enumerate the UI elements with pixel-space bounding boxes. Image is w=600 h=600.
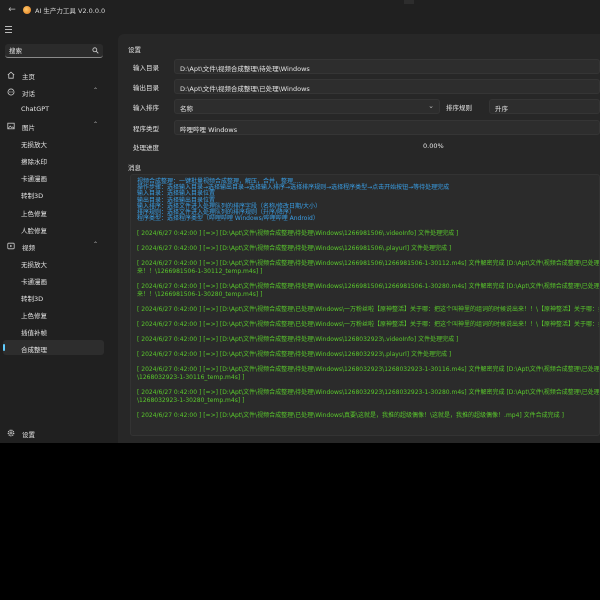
nav-item-label: 视频 <box>22 244 35 252</box>
nav-item-video-cartoon[interactable]: 卡通漫画 <box>3 272 104 287</box>
nav-item-images[interactable]: 图片 ⌃ <box>3 118 104 133</box>
nav-item-label: ChatGPT <box>21 105 50 113</box>
nav-item-image-cartoon[interactable]: 卡通漫画 <box>3 169 104 184</box>
input-dir-field[interactable]: D:\Apt\文件\视频合成整理\待处理\Windows <box>174 59 600 74</box>
sort-rule-label: 排序规则 <box>446 104 472 112</box>
progress-label: 处理进度 <box>133 144 159 152</box>
log-entry-line: [ 2024/6/27 0:42:00 ] [=>] [D:\Apt\文件\视频… <box>137 336 459 344</box>
nav-item-label: 设置 <box>22 431 35 439</box>
back-arrow-icon[interactable]: ← <box>6 4 18 16</box>
nav-item-video-upscale[interactable]: 无损放大 <box>3 255 104 270</box>
log-entry-line: [ 2024/6/27 0:42:00 ] [=>] [D:\Apt\文件\视频… <box>137 306 600 314</box>
nav-item-chatgpt[interactable]: ChatGPT <box>3 101 104 116</box>
nav-item-label: 对话 <box>22 90 35 98</box>
log-entry-line: [ 2024/6/27 0:42:00 ] [=>] [D:\Apt\文件\视频… <box>137 412 564 420</box>
input-sort-value: 名称 <box>180 105 193 113</box>
log-entry-line: \1268032923-1-30280_temp.m4s] ] <box>137 397 245 405</box>
log-entry-line: 来！！\1266981506-1-30280_temp.m4s] ] <box>137 291 263 299</box>
program-type-value: 哔哩哔哩 Windows <box>180 126 238 134</box>
nav-item-image-3d[interactable]: 转制3D <box>3 186 104 201</box>
log-entry-line: [ 2024/6/27 0:42:00 ] [=>] [D:\Apt\文件\视频… <box>137 389 600 397</box>
nav-item-video-merge[interactable]: 合成整理 <box>3 340 104 355</box>
selection-indicator <box>3 344 5 351</box>
nav-item-label: 转制3D <box>21 295 44 303</box>
progress-value: 0.00% <box>423 142 444 150</box>
nav-item-label: 转制3D <box>21 192 44 200</box>
nav-item-label: 主页 <box>22 73 35 81</box>
nav-item-video-interpolate[interactable]: 插值补帧 <box>3 323 104 338</box>
program-type-select[interactable]: 哔哩哔哩 Windows <box>174 120 600 135</box>
nav-item-video[interactable]: 视频 ⌃ <box>3 238 104 253</box>
sort-rule-select[interactable]: 升序 <box>489 99 600 114</box>
nav-item-video-3d[interactable]: 转制3D <box>3 289 104 304</box>
nav-item-label: 上色修复 <box>21 210 47 218</box>
nav-item-image-watermark[interactable]: 擦除水印 <box>3 152 104 167</box>
settings-section-title: 设置 <box>128 46 141 54</box>
nav-item-label: 无损放大 <box>21 141 47 149</box>
app-window: ← AI 生产力工具 V2.0.0.0 主页 对话 <box>0 0 600 443</box>
messages-section-title: 消息 <box>128 164 141 172</box>
input-dir-label: 输入目录 <box>133 64 159 72</box>
chevron-up-icon[interactable]: ⌃ <box>93 87 98 94</box>
log-entry-line: [ 2024/6/27 0:42:00 ] [=>] [D:\Apt\文件\视频… <box>137 351 452 359</box>
log-entry-line: 来！！\1266981506-1-30112_temp.m4s] ] <box>137 268 263 276</box>
main-content: 设置 输入目录 D:\Apt\文件\视频合成整理\待处理\Windows 输出目… <box>118 34 600 443</box>
search-input[interactable] <box>9 46 89 56</box>
nav-item-image-colorize[interactable]: 上色修复 <box>3 204 104 219</box>
nav-item-label: 图片 <box>22 124 35 132</box>
nav-item-label: 无损放大 <box>21 261 47 269</box>
home-icon <box>7 71 15 79</box>
chat-icon <box>7 88 15 96</box>
nav-item-settings[interactable]: 设置 <box>3 425 104 440</box>
input-dir-value: D:\Apt\文件\视频合成整理\待处理\Windows <box>180 65 310 73</box>
window-control-handle[interactable] <box>404 0 414 4</box>
nav-item-label: 插值补帧 <box>21 329 47 337</box>
output-dir-label: 输出目录 <box>133 84 159 92</box>
nav-item-label: 卡通漫画 <box>21 278 47 286</box>
app-logo <box>23 6 31 14</box>
log-intro-line: 程序类型：选择程序类型（哔哩哔哩 Windows/哔哩哔哩 Android） <box>137 215 319 223</box>
nav-item-video-colorize[interactable]: 上色修复 <box>3 306 104 321</box>
nav-item-image-upscale[interactable]: 无损放大 <box>3 135 104 150</box>
log-entry-line: [ 2024/6/27 0:42:00 ] [=>] [D:\Apt\文件\视频… <box>137 245 452 253</box>
log-entry-line: [ 2024/6/27 0:42:00 ] [=>] [D:\Apt\文件\视频… <box>137 366 600 374</box>
output-dir-value: D:\Apt\文件\视频合成整理\已处理\Windows <box>180 85 310 93</box>
nav-item-label: 合成整理 <box>21 346 47 354</box>
chevron-up-icon[interactable]: ⌃ <box>93 241 98 248</box>
chevron-down-icon: ⌄ <box>428 102 434 110</box>
log-entry-line: \1268032923-1-30116_temp.m4s] ] <box>137 374 245 382</box>
nav-item-label: 擦除水印 <box>21 158 47 166</box>
nav-item-label: 上色修复 <box>21 312 47 320</box>
title-bar: ← AI 生产力工具 V2.0.0.0 <box>0 0 600 20</box>
message-log[interactable]: 视频合成整理：一键批量视频合成整理，解压，合并，整理..... 操作步骤：选择输入… <box>130 174 600 436</box>
nav-item-label: 人脸修复 <box>21 227 47 235</box>
search-box[interactable] <box>5 44 103 58</box>
nav-item-image-face[interactable]: 人脸修复 <box>3 221 104 236</box>
search-icon[interactable] <box>92 47 99 54</box>
app-title: AI 生产力工具 V2.0.0.0 <box>35 7 106 15</box>
settings-gear-icon <box>7 429 15 437</box>
log-entry-line: [ 2024/6/27 0:42:00 ] [=>] [D:\Apt\文件\视频… <box>137 260 600 268</box>
hamburger-icon[interactable] <box>5 26 15 34</box>
log-entry-line: [ 2024/6/27 0:42:00 ] [=>] [D:\Apt\文件\视频… <box>137 321 600 329</box>
log-entry-line: [ 2024/6/27 0:42:00 ] [=>] [D:\Apt\文件\视频… <box>137 283 600 291</box>
image-icon <box>7 122 15 130</box>
program-type-label: 程序类型 <box>133 125 159 133</box>
log-entry-line: [ 2024/6/27 0:42:00 ] [=>] [D:\Apt\文件\视频… <box>137 230 459 238</box>
sort-rule-value: 升序 <box>495 105 508 113</box>
output-dir-field[interactable]: D:\Apt\文件\视频合成整理\已处理\Windows <box>174 79 600 94</box>
sidebar: 主页 对话 ⌃ ChatGPT 图片 ⌃ 无损放大 擦除水印 <box>0 20 110 443</box>
video-icon <box>7 242 15 250</box>
input-sort-select[interactable]: 名称 ⌄ <box>174 99 440 114</box>
nav-item-home[interactable]: 主页 <box>3 67 104 82</box>
input-sort-label: 输入排序 <box>133 104 159 112</box>
nav-item-chat[interactable]: 对话 ⌃ <box>3 84 104 99</box>
nav-item-label: 卡通漫画 <box>21 175 47 183</box>
chevron-up-icon[interactable]: ⌃ <box>93 121 98 128</box>
